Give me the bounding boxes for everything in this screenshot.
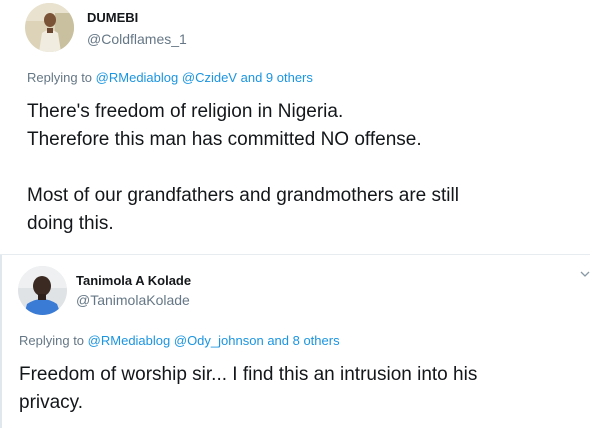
avatar[interactable] <box>25 3 74 52</box>
tweet-text: Freedom of worship sir... I find this an… <box>19 361 579 417</box>
mention-link[interactable]: @RMediablog <box>88 333 171 348</box>
user-handle[interactable]: @Coldflames_1 <box>87 31 187 47</box>
tweet-text-line: Most of our grandfathers and grandmother… <box>27 185 459 206</box>
replying-to: Replying to @RMediablog @Ody_johnson and… <box>19 333 340 348</box>
avatar-image <box>25 3 74 52</box>
avatar[interactable] <box>18 266 67 315</box>
tweet-tanimola: Tanimola A Kolade @TanimolaKolade Replyi… <box>0 255 590 428</box>
mention-link[interactable]: @CzideV <box>182 70 237 85</box>
others-link[interactable]: and 8 others <box>267 333 339 348</box>
display-name[interactable]: DUMEBI <box>87 10 138 25</box>
replying-to: Replying to @RMediablog @CzideV and 9 ot… <box>27 70 313 85</box>
avatar-image <box>18 266 67 315</box>
user-handle[interactable]: @TanimolaKolade <box>76 292 190 308</box>
tweet-text: There's freedom of religion in Nigeria. … <box>27 98 582 238</box>
tweet-text-line: There's freedom of religion in Nigeria. <box>27 101 344 122</box>
mention-link[interactable]: @RMediablog <box>96 70 179 85</box>
others-link[interactable]: and 9 others <box>241 70 313 85</box>
tweet-text-line: doing this. <box>27 213 114 234</box>
tweet-text-line: Therefore this man has committed NO offe… <box>27 129 422 150</box>
chevron-down-icon[interactable] <box>580 269 590 279</box>
mention-link[interactable]: @Ody_johnson <box>174 333 264 348</box>
tweet-dumebi: DUMEBI @Coldflames_1 Replying to @RMedia… <box>0 0 590 254</box>
replying-to-label: Replying to <box>19 333 85 348</box>
display-name[interactable]: Tanimola A Kolade <box>76 273 191 288</box>
replying-to-label: Replying to <box>27 70 93 85</box>
tweet-text-line: Freedom of worship sir... I find this an… <box>19 364 478 385</box>
tweet-text-line: privacy. <box>19 392 84 413</box>
